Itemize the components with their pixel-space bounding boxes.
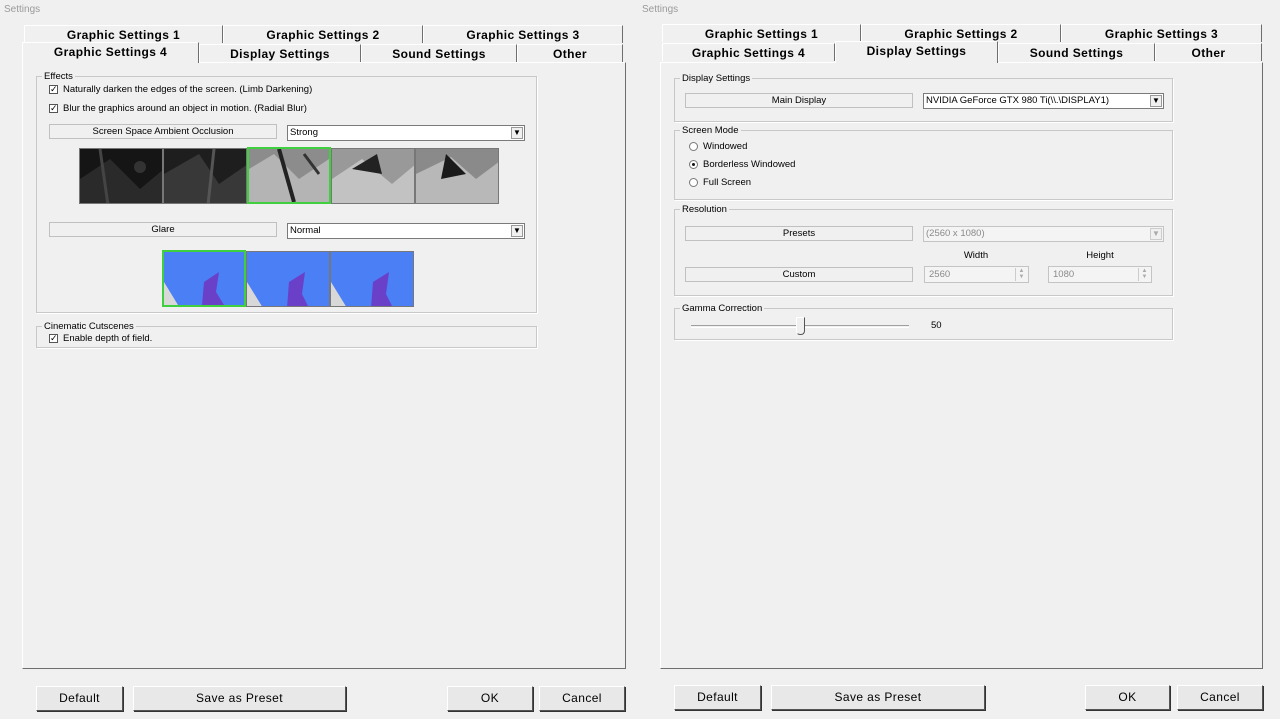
borderless-windowed-label: Borderless Windowed	[703, 159, 796, 170]
height-value: 1080	[1053, 269, 1075, 280]
limb-darkening-checkbox[interactable]: ✓ Naturally darken the edges of the scre…	[49, 84, 312, 95]
ssao-preview-weak[interactable]	[163, 148, 247, 204]
ssao-label: Screen Space Ambient Occlusion	[49, 124, 277, 139]
ssao-preview-4[interactable]	[331, 148, 415, 204]
tab-panel-display-settings: Display Settings Main Display NVIDIA GeF…	[660, 62, 1263, 669]
screen-mode-group: Screen Mode Windowed Borderless Windowed…	[674, 125, 1173, 200]
glare-preview-normal[interactable]	[162, 250, 246, 307]
ssao-dropdown[interactable]: Strong ▼	[287, 125, 525, 141]
tab-panel-graphic-settings-4: Effects ✓ Naturally darken the edges of …	[22, 62, 626, 669]
gamma-value: 50	[931, 320, 942, 331]
ssao-preview-strong[interactable]	[247, 147, 331, 204]
width-label: Width	[963, 250, 989, 261]
tab-graphic-settings-3[interactable]: Graphic Settings 3	[1061, 24, 1262, 42]
dropdown-arrow-icon: ▼	[1150, 95, 1162, 107]
gamma-correction-group: Gamma Correction 50	[674, 303, 1173, 340]
settings-window-left: Settings Graphic Settings 1 Graphic Sett…	[0, 0, 638, 719]
spin-arrows-icon[interactable]: ▲ ▼	[1015, 268, 1027, 281]
ssao-value: Strong	[290, 127, 318, 138]
display-settings-group-title: Display Settings	[680, 73, 753, 84]
check-icon: ✓	[49, 103, 58, 113]
glare-label: Glare	[49, 222, 277, 237]
presets-label: Presets	[685, 226, 913, 241]
width-spinner[interactable]: 2560 ▲ ▼	[924, 266, 1029, 283]
save-as-preset-button[interactable]: Save as Preset	[771, 685, 985, 710]
ssao-preview-5[interactable]	[415, 148, 499, 204]
radio-icon	[689, 178, 698, 187]
width-value: 2560	[929, 269, 951, 280]
default-button[interactable]: Default	[36, 686, 123, 711]
dropdown-arrow-icon: ▼	[511, 225, 523, 237]
cancel-button[interactable]: Cancel	[539, 686, 625, 711]
gamma-group-title: Gamma Correction	[680, 303, 765, 314]
radio-selected-icon	[689, 160, 698, 169]
resolution-group-title: Resolution	[680, 204, 729, 215]
glare-dropdown[interactable]: Normal ▼	[287, 223, 525, 239]
depth-of-field-label: Enable depth of field.	[63, 333, 153, 344]
display-settings-group: Display Settings Main Display NVIDIA GeF…	[674, 73, 1173, 122]
tab-graphic-settings-4[interactable]: Graphic Settings 4	[662, 43, 835, 61]
glare-preview-3[interactable]	[330, 251, 414, 307]
tab-sound-settings[interactable]: Sound Settings	[361, 44, 517, 62]
settings-window-right: Settings Graphic Settings 1 Graphic Sett…	[638, 0, 1280, 719]
height-label: Height	[1086, 250, 1114, 261]
window-title: Settings	[642, 4, 679, 15]
cinematic-group-title: Cinematic Cutscenes	[42, 321, 136, 332]
cinematic-cutscenes-group: Cinematic Cutscenes ✓ Enable depth of fi…	[36, 321, 537, 348]
windowed-label: Windowed	[703, 141, 748, 152]
radio-icon	[689, 142, 698, 151]
effects-group: Effects ✓ Naturally darken the edges of …	[36, 71, 537, 313]
full-screen-radio[interactable]: Full Screen	[689, 177, 751, 188]
ok-button[interactable]: OK	[447, 686, 533, 711]
tab-graphic-settings-4[interactable]: Graphic Settings 4	[22, 42, 199, 63]
radial-blur-label: Blur the graphics around an object in mo…	[63, 103, 307, 114]
save-as-preset-button[interactable]: Save as Preset	[133, 686, 346, 711]
default-button[interactable]: Default	[674, 685, 761, 710]
full-screen-label: Full Screen	[703, 177, 752, 188]
screen-mode-group-title: Screen Mode	[680, 125, 741, 136]
spin-arrows-icon[interactable]: ▲ ▼	[1138, 268, 1150, 281]
main-display-dropdown[interactable]: NVIDIA GeForce GTX 980 Ti(\\.\DISPLAY1) …	[923, 93, 1164, 109]
main-display-value: NVIDIA GeForce GTX 980 Ti(\\.\DISPLAY1)	[926, 95, 1110, 106]
tab-graphic-settings-2[interactable]: Graphic Settings 2	[861, 24, 1061, 42]
presets-value: (2560 x 1080)	[926, 228, 985, 239]
tab-display-settings[interactable]: Display Settings	[199, 44, 361, 62]
resolution-group: Resolution Presets (2560 x 1080) ▼ Width…	[674, 204, 1173, 296]
tab-graphic-settings-3[interactable]: Graphic Settings 3	[423, 25, 623, 43]
ok-button[interactable]: OK	[1085, 685, 1170, 710]
custom-label: Custom	[685, 267, 913, 282]
dropdown-arrow-icon: ▼	[511, 127, 523, 139]
ssao-preview-off[interactable]	[79, 148, 163, 204]
height-spinner[interactable]: 1080 ▲ ▼	[1048, 266, 1152, 283]
presets-dropdown[interactable]: (2560 x 1080) ▼	[923, 226, 1164, 242]
tab-other[interactable]: Other	[517, 44, 623, 62]
radial-blur-checkbox[interactable]: ✓ Blur the graphics around an object in …	[49, 103, 307, 114]
main-display-label: Main Display	[685, 93, 913, 108]
tab-graphic-settings-1[interactable]: Graphic Settings 1	[24, 25, 223, 43]
check-icon: ✓	[49, 84, 58, 94]
tab-display-settings[interactable]: Display Settings	[835, 41, 998, 63]
dropdown-arrow-icon: ▼	[1150, 228, 1162, 240]
window-title: Settings	[4, 4, 41, 15]
gamma-slider-thumb[interactable]	[795, 317, 805, 335]
limb-darkening-label: Naturally darken the edges of the screen…	[63, 84, 313, 95]
cancel-button[interactable]: Cancel	[1177, 685, 1263, 710]
tab-sound-settings[interactable]: Sound Settings	[998, 43, 1155, 61]
glare-preview-2[interactable]	[246, 251, 330, 307]
depth-of-field-checkbox[interactable]: ✓ Enable depth of field.	[49, 333, 152, 344]
windowed-radio[interactable]: Windowed	[689, 141, 747, 152]
effects-group-title: Effects	[42, 71, 75, 82]
glare-value: Normal	[290, 225, 321, 236]
tab-other[interactable]: Other	[1155, 43, 1262, 61]
borderless-windowed-radio[interactable]: Borderless Windowed	[689, 159, 795, 170]
tab-graphic-settings-1[interactable]: Graphic Settings 1	[662, 24, 861, 42]
tab-graphic-settings-2[interactable]: Graphic Settings 2	[223, 25, 423, 43]
check-icon: ✓	[49, 333, 58, 343]
